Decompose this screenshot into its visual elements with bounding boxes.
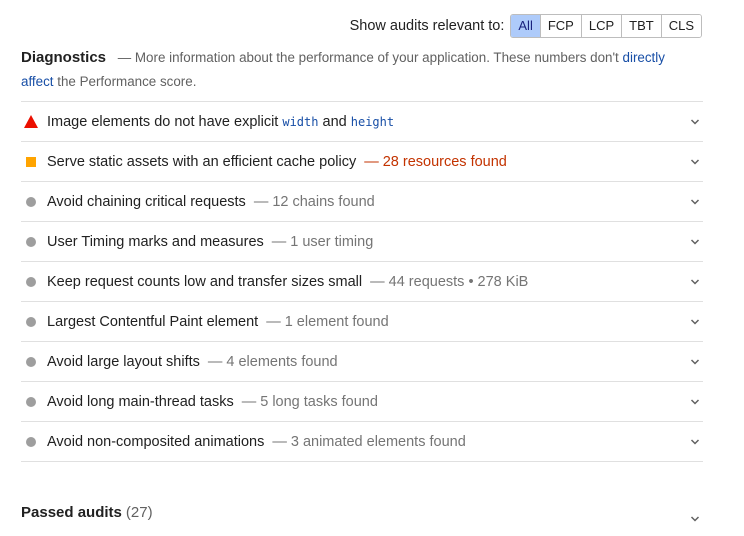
chevron-down-icon[interactable] (689, 513, 701, 525)
audit-separator: — (271, 233, 287, 250)
audit-separator: — (241, 393, 257, 410)
audit-row-layout-shifts[interactable]: Avoid large layout shifts — 4 elements f… (21, 342, 703, 382)
audit-display-value: 3 animated elements found (290, 433, 466, 450)
diagnostics-title: Diagnostics (21, 49, 107, 66)
chevron-down-icon[interactable] (689, 356, 701, 368)
audit-row-image-size-attributes[interactable]: Image elements do not have explicit widt… (21, 102, 703, 142)
filter-tbt-button[interactable]: TBT (621, 15, 661, 37)
audit-title: User Timing marks and measures (47, 233, 264, 250)
audit-display-value: 1 element found (284, 313, 389, 330)
gray-circle-icon (24, 315, 38, 329)
audit-row-long-tasks[interactable]: Avoid long main-thread tasks — 5 long ta… (21, 382, 703, 422)
audit-display-value: 44 requests • 278 KiB (388, 273, 529, 290)
audit-separator: — (272, 433, 287, 450)
passed-audits-title: Passed audits (21, 503, 122, 521)
passed-audits-count: (27) (125, 503, 153, 521)
diagnostics-description-suffix: the Performance score. (57, 74, 197, 89)
orange-square-icon (24, 155, 38, 169)
chevron-down-icon[interactable] (689, 396, 701, 408)
audit-display-value: 28 resources found (382, 153, 507, 170)
diagnostics-description-prefix: — More information about the performance… (117, 50, 619, 65)
audit-row-user-timings[interactable]: User Timing marks and measures — 1 user … (21, 222, 703, 262)
audit-separator: — (364, 153, 379, 170)
audit-title: Image elements do not have explicit widt… (47, 114, 394, 130)
gray-circle-icon (24, 195, 38, 209)
filter-cls-button[interactable]: CLS (660, 15, 701, 37)
audit-title-code-width: width (282, 114, 319, 129)
audit-title: Avoid chaining critical requests (47, 193, 246, 210)
diagnostics-header: Diagnostics — More information about the… (21, 46, 701, 94)
warning-triangle-icon (24, 115, 38, 129)
audit-title-code-height: height (350, 114, 395, 129)
audit-title: Serve static assets with an efficient ca… (47, 153, 357, 170)
audit-row-lcp-element[interactable]: Largest Contentful Paint element — 1 ele… (21, 302, 703, 342)
audit-title: Avoid non-composited animations (47, 433, 265, 450)
audit-row-resource-summary[interactable]: Keep request counts low and transfer siz… (21, 262, 703, 302)
audit-title: Keep request counts low and transfer siz… (47, 273, 363, 290)
audit-row-critical-request-chains[interactable]: Avoid chaining critical requests — 12 ch… (21, 182, 703, 222)
filter-button-group: All FCP LCP TBT CLS (510, 14, 702, 38)
chevron-down-icon[interactable] (689, 316, 701, 328)
chevron-down-icon[interactable] (689, 156, 701, 168)
audit-display-value: 12 chains found (272, 193, 375, 210)
gray-circle-icon (24, 235, 38, 249)
audit-separator: — (253, 193, 269, 210)
diagnostics-audit-list: Image elements do not have explicit widt… (21, 101, 703, 462)
audit-separator: — (370, 273, 385, 290)
audit-display-value: 5 long tasks found (260, 393, 378, 410)
gray-circle-icon (24, 275, 38, 289)
audit-title: Avoid long main-thread tasks (47, 393, 234, 410)
chevron-down-icon[interactable] (689, 236, 701, 248)
gray-circle-icon (24, 435, 38, 449)
filter-lcp-button[interactable]: LCP (580, 15, 622, 37)
audit-filter-bar: Show audits relevant to: All FCP LCP TBT… (350, 14, 702, 38)
audit-display-value: 4 elements found (226, 353, 338, 370)
passed-audits-toggle[interactable]: Passed audits (27) (21, 499, 703, 525)
audit-title: Avoid large layout shifts (47, 353, 200, 370)
audit-separator: — (207, 353, 223, 370)
audit-row-cache-policy[interactable]: Serve static assets with an efficient ca… (21, 142, 703, 182)
chevron-down-icon[interactable] (689, 116, 701, 128)
audit-display-value: 1 user timing (290, 233, 374, 250)
gray-circle-icon (24, 395, 38, 409)
filter-label: Show audits relevant to: (349, 18, 505, 34)
gray-circle-icon (24, 355, 38, 369)
audit-title: Largest Contentful Paint element (47, 313, 259, 330)
filter-all-button[interactable]: All (511, 15, 540, 37)
audit-title-text: Image elements do not have explicit (47, 113, 279, 130)
chevron-down-icon[interactable] (689, 436, 701, 448)
chevron-down-icon[interactable] (689, 196, 701, 208)
audit-title-text-and: and (322, 113, 347, 130)
chevron-down-icon[interactable] (689, 276, 701, 288)
audit-separator: — (266, 313, 281, 330)
audit-row-non-composited-animations[interactable]: Avoid non-composited animations — 3 anim… (21, 422, 703, 462)
filter-fcp-button[interactable]: FCP (539, 15, 581, 37)
